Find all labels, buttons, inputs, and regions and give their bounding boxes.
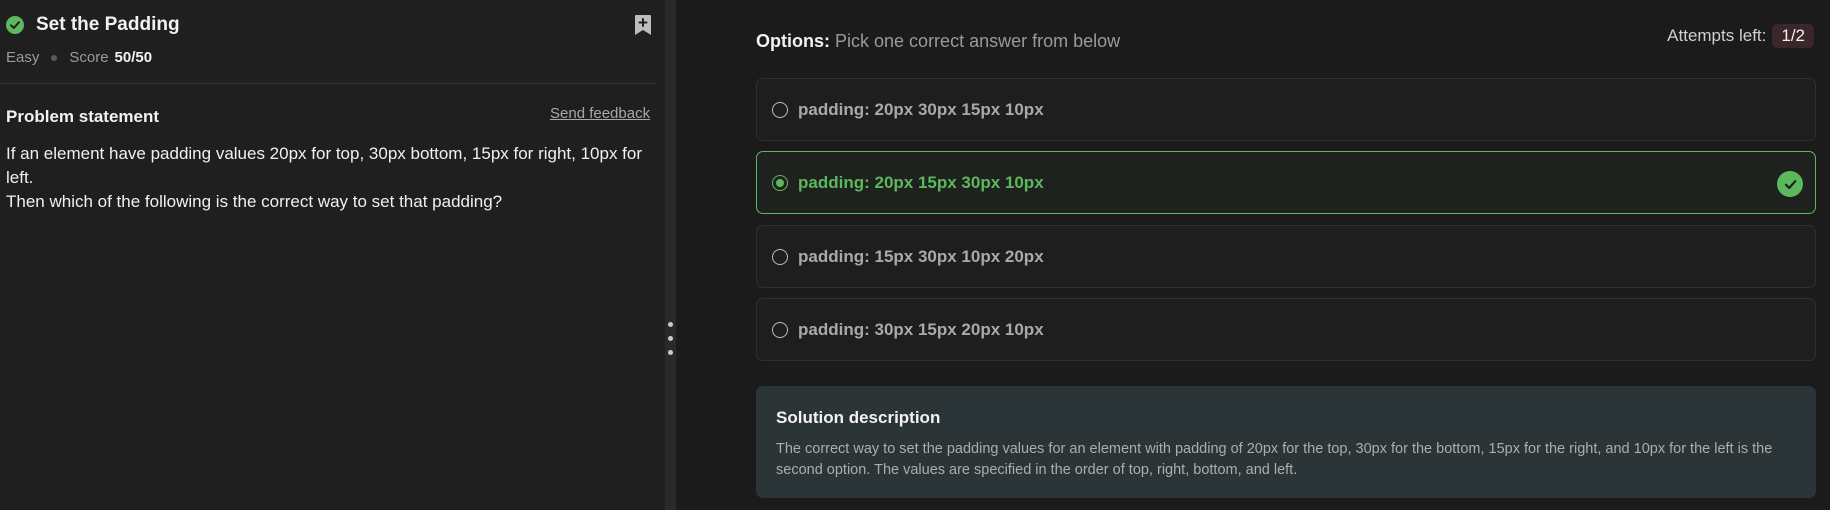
check-circle-icon bbox=[6, 16, 24, 34]
option-label: padding: 30px 15px 20px 10px bbox=[798, 319, 1044, 339]
option-label: padding: 20px 15px 30px 10px bbox=[798, 172, 1044, 192]
solution-title: Solution description bbox=[776, 408, 941, 427]
radio-icon[interactable] bbox=[772, 321, 788, 338]
panel-splitter[interactable] bbox=[665, 0, 676, 510]
separator-dot bbox=[51, 54, 58, 61]
bookmark-add-icon[interactable] bbox=[634, 14, 652, 36]
app: Set the Padding Easy Score 50/50 Problem… bbox=[0, 0, 1830, 510]
send-feedback-link[interactable]: Send feedback bbox=[550, 105, 650, 122]
option-label: padding: 20px 30px 15px 10px bbox=[798, 99, 1044, 119]
radio-selected-dot bbox=[776, 178, 784, 187]
score-value: 50/50 bbox=[114, 49, 153, 66]
problem-title: Set the Padding bbox=[36, 14, 180, 35]
option-2[interactable]: padding: 20px 15px 30px 10px bbox=[756, 151, 1816, 214]
attempts-badge: 1/2 bbox=[1772, 24, 1814, 48]
radio-icon[interactable] bbox=[772, 248, 788, 265]
statement-line: Then which of the following is the corre… bbox=[6, 192, 503, 211]
options-panel: Options: Pick one correct answer from be… bbox=[676, 0, 1830, 510]
score-label: Score bbox=[69, 49, 109, 66]
option-1[interactable]: padding: 20px 30px 15px 10px bbox=[756, 78, 1816, 141]
solution-text: The correct way to set the padding value… bbox=[776, 441, 1773, 478]
meta-row: Easy Score 50/50 bbox=[6, 49, 152, 66]
solution-box: Solution description The correct way to … bbox=[756, 386, 1816, 498]
option-3[interactable]: padding: 15px 30px 10px 20px bbox=[756, 225, 1816, 288]
options-heading-text: Pick one correct answer from below bbox=[835, 31, 1121, 51]
title-row: Set the Padding bbox=[6, 14, 180, 36]
radio-icon[interactable] bbox=[772, 174, 788, 191]
correct-check-icon bbox=[1777, 171, 1803, 197]
attempts-left: Attempts left: 1/2 bbox=[1667, 24, 1814, 48]
attempts-label: Attempts left: bbox=[1667, 26, 1767, 45]
problem-statement-text: If an element have padding values 20px f… bbox=[6, 142, 646, 214]
radio-icon[interactable] bbox=[772, 101, 788, 118]
options-heading: Options: Pick one correct answer from be… bbox=[756, 31, 1120, 52]
drag-handle-icon bbox=[668, 336, 673, 341]
options-heading-bold: Options: bbox=[756, 31, 830, 51]
drag-handle-icon bbox=[668, 350, 673, 355]
option-label: padding: 15px 30px 10px 20px bbox=[798, 246, 1044, 266]
option-4[interactable]: padding: 30px 15px 20px 10px bbox=[756, 298, 1816, 361]
drag-handle-icon bbox=[668, 322, 673, 327]
problem-panel: Set the Padding Easy Score 50/50 Problem… bbox=[0, 0, 665, 510]
divider bbox=[0, 83, 657, 84]
problem-statement-title: Problem statement bbox=[6, 107, 160, 126]
difficulty-label: Easy bbox=[6, 49, 40, 66]
statement-line: If an element have padding values 20px f… bbox=[6, 144, 643, 187]
